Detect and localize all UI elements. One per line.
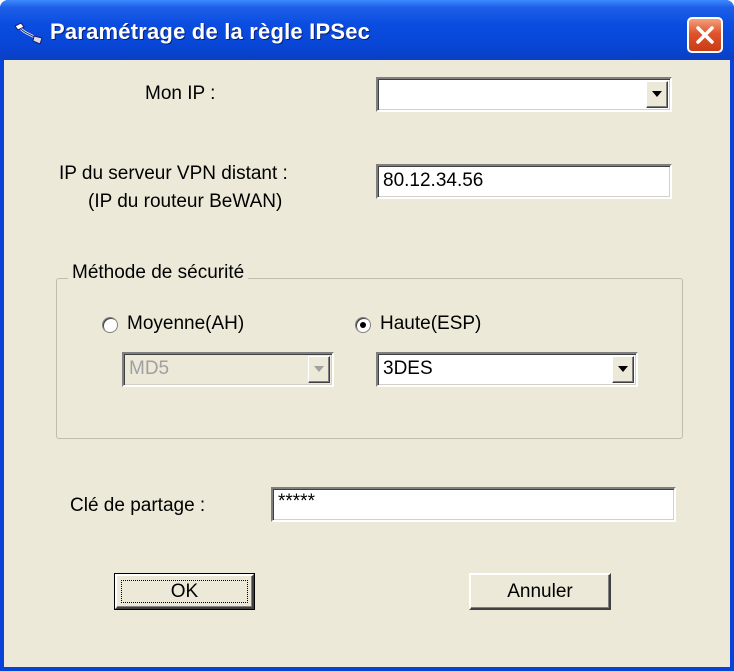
remote-ip-sublabel: (IP du routeur BeWAN) xyxy=(88,191,283,212)
chevron-down-icon xyxy=(314,366,324,372)
title-bar[interactable]: Paramétrage de la règle IPSec xyxy=(0,0,734,60)
ah-algorithm-dropdown-button xyxy=(308,356,330,383)
esp-algorithm-combo[interactable]: 3DES xyxy=(376,352,638,387)
remote-ip-label: IP du serveur VPN distant : xyxy=(59,163,288,184)
radio-moyenne-ah-label[interactable]: Moyenne(AH) xyxy=(127,313,244,335)
esp-algorithm-value: 3DES xyxy=(383,358,433,379)
mon-ip-combo[interactable] xyxy=(376,77,672,112)
ok-button[interactable]: OK xyxy=(114,573,255,610)
shared-key-value: ***** xyxy=(278,491,315,512)
shared-key-input[interactable]: ***** xyxy=(271,487,676,522)
close-icon xyxy=(696,26,714,44)
network-cable-icon xyxy=(14,22,43,45)
radio-haute-esp[interactable] xyxy=(355,317,371,333)
radio-moyenne-ah[interactable] xyxy=(102,317,118,333)
remote-ip-value: 80.12.34.56 xyxy=(383,170,484,191)
shared-key-label: Clé de partage : xyxy=(70,495,206,516)
close-button[interactable] xyxy=(687,17,723,53)
dialog-window: Paramétrage de la règle IPSec Mon IP : I… xyxy=(0,0,734,671)
security-method-legend: Méthode de sécurité xyxy=(68,262,249,284)
chevron-down-icon xyxy=(618,366,628,372)
ah-algorithm-value: MD5 xyxy=(129,358,170,379)
cancel-button-label: Annuler xyxy=(507,580,573,602)
esp-algorithm-dropdown-button[interactable] xyxy=(612,356,634,383)
cancel-button[interactable]: Annuler xyxy=(469,573,611,610)
chevron-down-icon xyxy=(652,91,662,97)
ok-button-label: OK xyxy=(170,580,199,602)
mon-ip-dropdown-button[interactable] xyxy=(646,81,668,108)
window-title: Paramétrage de la règle IPSec xyxy=(50,19,371,44)
radio-haute-esp-label[interactable]: Haute(ESP) xyxy=(380,313,481,335)
mon-ip-label: Mon IP : xyxy=(145,83,216,104)
dialog-body: Mon IP : IP du serveur VPN distant : (IP… xyxy=(4,60,730,667)
remote-ip-input[interactable]: 80.12.34.56 xyxy=(376,164,672,199)
radio-selected-dot xyxy=(360,322,366,328)
ah-algorithm-combo: MD5 xyxy=(122,352,334,387)
